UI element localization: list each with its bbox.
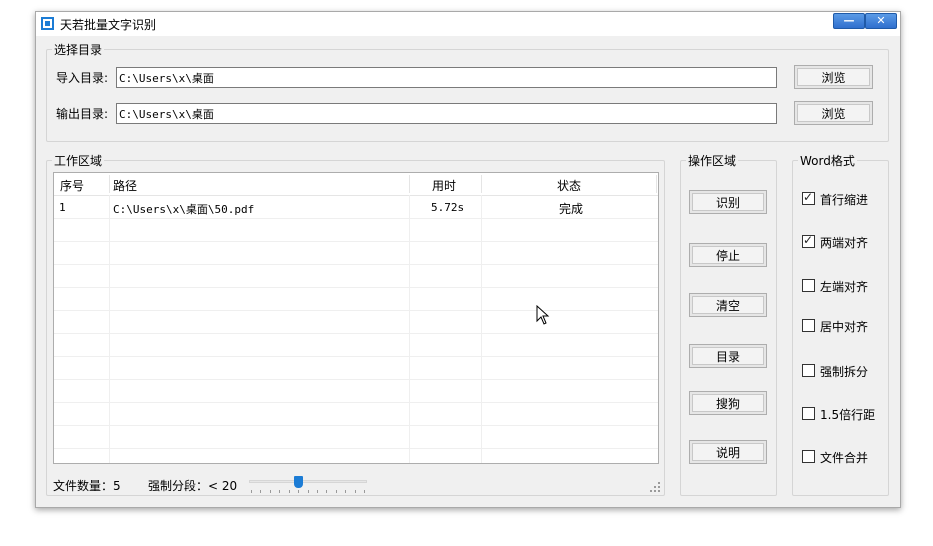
column-header-time[interactable]: 用时: [432, 177, 456, 194]
slider-tick: [326, 490, 328, 493]
slider-tick: [298, 490, 300, 493]
recognize-button[interactable]: 识别: [689, 190, 767, 214]
import-dir-label: 导入目录:: [56, 71, 109, 85]
table-row-empty: [54, 426, 658, 449]
table-row-empty: [54, 288, 658, 311]
export-dir-label: 输出目录:: [56, 107, 109, 121]
recognize-label: 识别: [715, 195, 740, 210]
row-status: 完成: [559, 202, 584, 216]
clear-button[interactable]: 清空: [689, 293, 767, 317]
help-label: 说明: [715, 445, 740, 460]
first-line-indent-label[interactable]: 首行缩进: [820, 191, 868, 208]
sogou-label: 搜狗: [715, 396, 740, 411]
file-count-label: 文件数量：5: [53, 479, 121, 493]
slider-tick: [279, 490, 281, 493]
import-browse-label: 浏览: [821, 70, 846, 85]
slider-tick: [335, 490, 337, 493]
table-row-empty: [54, 311, 658, 334]
table-row-empty: [54, 219, 658, 242]
word-format-legend: Word格式: [800, 154, 855, 168]
center-align-label[interactable]: 居中对齐: [820, 318, 868, 335]
resize-grip[interactable]: [650, 482, 660, 492]
column-header-index[interactable]: 序号: [60, 177, 84, 194]
slider-tick: [316, 490, 318, 493]
import-browse-button[interactable]: 浏览: [794, 65, 873, 89]
import-dir-input[interactable]: [116, 67, 777, 88]
operation-legend: 操作区域: [688, 154, 737, 168]
column-header-status[interactable]: 状态: [557, 177, 581, 194]
table-row-empty: [54, 357, 658, 380]
merge-files-checkbox[interactable]: [802, 450, 815, 463]
select-dir-legend: 选择目录: [54, 43, 103, 57]
table-row-empty: [54, 265, 658, 288]
minimize-button[interactable]: —: [833, 13, 865, 29]
clear-label: 清空: [715, 298, 740, 313]
close-button[interactable]: ✕: [865, 13, 897, 29]
slider-tick: [307, 490, 309, 493]
split-slider[interactable]: [249, 480, 367, 483]
split-label: 强制分段：< 20: [148, 479, 238, 493]
slider-tick: [260, 490, 262, 493]
table-row-empty: [54, 380, 658, 403]
justify-label[interactable]: 两端对齐: [820, 234, 868, 251]
table-header: 序号 路径 用时 状态: [54, 173, 658, 196]
column-header-path[interactable]: 路径: [113, 177, 137, 194]
left-align-checkbox[interactable]: [802, 279, 815, 292]
stop-label: 停止: [715, 248, 740, 263]
sogou-button[interactable]: 搜狗: [689, 391, 767, 415]
force-split-label[interactable]: 强制拆分: [820, 363, 868, 380]
window-title: 天若批量文字识别: [60, 18, 157, 32]
slider-tick: [345, 490, 347, 493]
row-path: C:\Users\x\桌面\50.pdf: [113, 203, 255, 216]
row-index: 1: [59, 201, 66, 214]
force-split-checkbox[interactable]: [802, 364, 815, 377]
justify-checkbox[interactable]: [802, 233, 815, 248]
line-spacing-label[interactable]: 1.5倍行距: [820, 406, 875, 423]
table-row-empty: [54, 242, 658, 265]
export-dir-input[interactable]: [116, 103, 777, 124]
line-spacing-checkbox[interactable]: [802, 407, 815, 420]
help-button[interactable]: 说明: [689, 440, 767, 464]
export-browse-label: 浏览: [821, 106, 846, 121]
app-icon: [41, 17, 54, 30]
slider-tick: [251, 490, 252, 493]
first-line-indent-checkbox[interactable]: [802, 190, 815, 205]
directory-label: 目录: [715, 349, 740, 364]
table-row-empty: [54, 403, 658, 426]
split-slider-thumb[interactable]: [294, 476, 304, 488]
stop-button[interactable]: 停止: [689, 243, 767, 267]
mouse-cursor-icon: [536, 305, 550, 325]
slider-tick: [354, 490, 356, 493]
slider-tick: [364, 490, 365, 493]
directory-button[interactable]: 目录: [689, 344, 767, 368]
table-row-empty: [54, 334, 658, 357]
table-row[interactable]: 1 C:\Users\x\桌面\50.pdf 5.72s 完成: [54, 196, 658, 219]
left-align-label[interactable]: 左端对齐: [820, 278, 868, 295]
title-bar[interactable]: 天若批量文字识别 — ✕: [36, 12, 900, 36]
slider-tick: [269, 490, 271, 493]
row-time: 5.72s: [431, 201, 465, 214]
file-table[interactable]: 序号 路径 用时 状态 1 C:\Users\x\桌面\50.pdf 5.72s…: [53, 172, 659, 464]
select-dir-group: 选择目录: [46, 41, 889, 142]
export-browse-button[interactable]: 浏览: [794, 101, 873, 125]
center-align-checkbox[interactable]: [802, 319, 815, 332]
slider-tick: [288, 490, 290, 493]
merge-files-label[interactable]: 文件合并: [820, 449, 868, 466]
work-area-legend: 工作区域: [54, 154, 103, 168]
